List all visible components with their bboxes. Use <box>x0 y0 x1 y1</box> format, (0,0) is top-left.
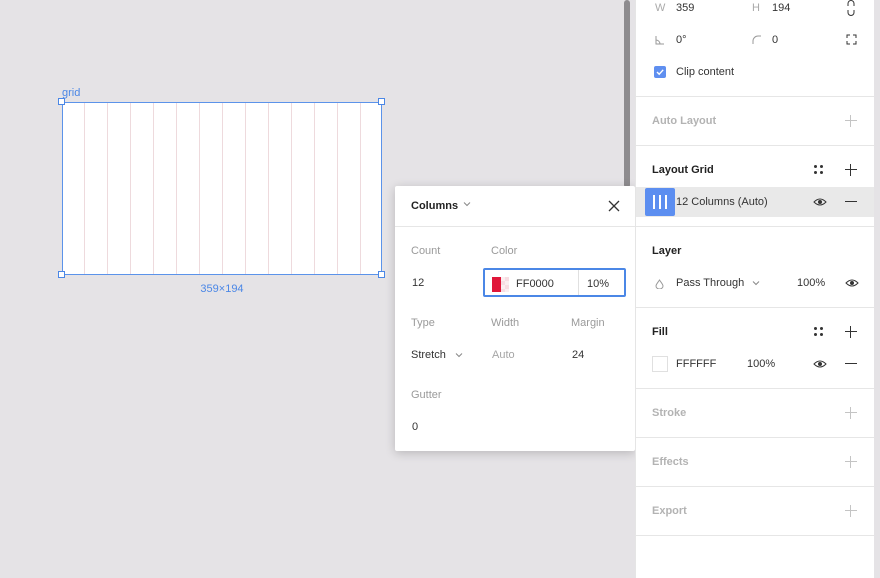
gutter-label: Gutter <box>411 389 442 401</box>
popover-header: Columns <box>395 186 635 227</box>
remove-fill-icon[interactable] <box>845 358 857 370</box>
eye-icon[interactable] <box>845 278 859 288</box>
color-opacity-input[interactable]: 10% <box>587 278 609 290</box>
columns-grid-icon[interactable] <box>645 188 675 216</box>
grid-column-line <box>84 103 86 274</box>
grid-column-line <box>290 103 292 274</box>
color-swatch[interactable] <box>492 277 509 292</box>
grid-column-line <box>130 103 132 274</box>
eye-icon[interactable] <box>813 359 827 369</box>
fill-hex-input[interactable]: FFFFFF <box>676 358 716 370</box>
width-input[interactable]: 359 <box>676 2 694 14</box>
grid-column-line <box>267 103 269 274</box>
grid-column-line <box>176 103 178 274</box>
fill-opacity-input[interactable]: 100% <box>747 358 775 370</box>
panel-edge <box>874 0 880 578</box>
resize-handle-top-left[interactable] <box>58 98 65 105</box>
eye-icon[interactable] <box>813 197 827 207</box>
auto-layout-section: Auto Layout <box>636 97 875 146</box>
grid-column-line <box>222 103 223 274</box>
clip-content-label[interactable]: Clip content <box>676 66 734 78</box>
layer-title: Layer <box>652 245 682 257</box>
grid-column-line <box>313 103 315 274</box>
blend-mode-icon <box>655 279 664 289</box>
close-icon[interactable] <box>607 199 621 213</box>
effects-section: Effects <box>636 438 875 487</box>
grid-column-line <box>336 103 338 274</box>
rotation-icon <box>655 36 664 45</box>
width-prefix: W <box>655 2 666 14</box>
auto-layout-title: Auto Layout <box>652 115 717 127</box>
grid-frame[interactable] <box>62 102 382 275</box>
fill-color-swatch[interactable] <box>652 356 668 372</box>
layer-opacity-input[interactable]: 100% <box>797 277 825 289</box>
layer-section: Layer Pass Through 100% <box>636 227 875 308</box>
add-fill-icon[interactable] <box>845 326 857 338</box>
resize-handle-bottom-left[interactable] <box>58 271 65 278</box>
corner-radius-input[interactable]: 0 <box>772 34 778 46</box>
export-title: Export <box>652 505 687 517</box>
resize-handle-bottom-right[interactable] <box>378 271 385 278</box>
add-stroke-icon[interactable] <box>845 407 857 419</box>
canvas-scrollbar[interactable] <box>624 0 630 188</box>
color-label: Color <box>491 245 518 257</box>
remove-layout-grid-icon[interactable] <box>845 196 857 208</box>
fill-section: Fill <box>636 308 875 389</box>
stroke-section: Stroke <box>636 389 875 438</box>
add-auto-layout-icon[interactable] <box>845 115 857 127</box>
frame-size-label: 359×194 <box>200 283 244 295</box>
layout-grid-item[interactable]: 12 Columns (Auto) <box>636 187 875 217</box>
rotation-input[interactable]: 0° <box>676 34 687 46</box>
corner-radius-icon <box>752 35 761 44</box>
color-hex-input[interactable]: FF0000 <box>516 278 554 290</box>
chevron-down-icon[interactable] <box>752 280 760 286</box>
margin-label: Margin <box>571 317 605 329</box>
chevron-down-icon[interactable] <box>455 352 463 358</box>
divider <box>578 270 579 295</box>
add-layout-grid-icon[interactable] <box>845 164 857 176</box>
count-label: Count <box>411 245 441 257</box>
type-label: Type <box>411 317 435 329</box>
type-dropdown[interactable]: Stretch <box>411 349 446 361</box>
fill-title: Fill <box>652 326 668 338</box>
resize-handle-top-right[interactable] <box>378 98 385 105</box>
height-input[interactable]: 194 <box>772 2 790 14</box>
grid-column-line <box>107 103 109 274</box>
width-input[interactable]: Auto <box>492 349 515 361</box>
grid-column-line <box>359 103 361 274</box>
grid-column-line <box>244 103 246 274</box>
stroke-title: Stroke <box>652 407 687 419</box>
color-field[interactable]: FF0000 10% <box>483 268 626 297</box>
margin-input[interactable]: 24 <box>572 349 584 361</box>
layout-grid-title: Layout Grid <box>652 164 714 176</box>
grid-column-line <box>153 103 155 274</box>
grid-type-dropdown[interactable]: Columns <box>411 200 458 212</box>
independent-corners-icon[interactable] <box>846 34 857 45</box>
height-prefix: H <box>752 2 760 14</box>
grid-column-line <box>199 103 201 274</box>
clip-content-checkbox[interactable] <box>654 66 666 78</box>
effects-title: Effects <box>652 456 689 468</box>
layout-grid-item-label[interactable]: 12 Columns (Auto) <box>676 196 768 208</box>
chevron-down-icon[interactable] <box>463 201 471 207</box>
constrain-proportions-icon[interactable] <box>846 0 856 16</box>
add-export-icon[interactable] <box>845 505 857 517</box>
frame-properties-section: W 359 H 194 0° 0 Clip content <box>636 0 875 97</box>
export-section: Export <box>636 487 875 536</box>
width-label: Width <box>491 317 520 329</box>
count-input[interactable]: 12 <box>412 277 424 289</box>
blend-mode-dropdown[interactable]: Pass Through <box>676 277 744 289</box>
add-effect-icon[interactable] <box>845 456 857 468</box>
fill-styles-icon[interactable] <box>814 327 824 337</box>
gutter-input[interactable]: 0 <box>412 421 418 433</box>
grid-styles-icon[interactable] <box>814 165 824 175</box>
properties-panel: W 359 H 194 0° 0 Clip content Auto Layou… <box>635 0 880 578</box>
layout-grid-settings-popover: Columns Count Color 12 FF0000 10% Type W… <box>395 186 635 451</box>
checkmark-icon <box>656 69 664 76</box>
